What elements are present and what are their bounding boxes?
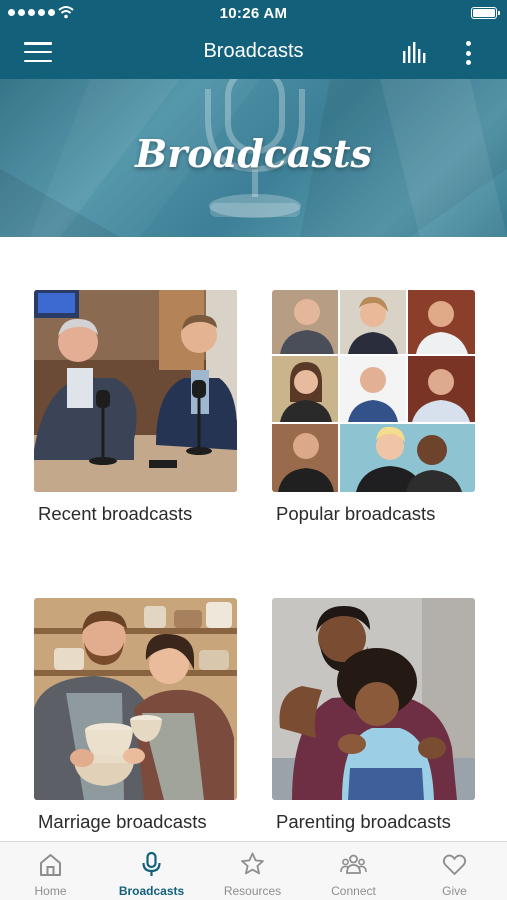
tab-connect[interactable]: Connect <box>303 842 404 900</box>
nav-bar: Broadcasts <box>0 26 507 79</box>
star-icon <box>241 852 264 875</box>
status-time: 10:26 AM <box>219 5 288 22</box>
hero-banner: Broadcasts <box>0 79 507 237</box>
heart-icon <box>442 854 467 875</box>
parenting-broadcasts-image <box>272 598 475 800</box>
hero-title: Broadcasts <box>135 131 372 176</box>
recent-broadcasts-image <box>34 290 237 492</box>
tab-home[interactable]: Home <box>0 842 101 900</box>
tab-give-label: Give <box>442 884 467 898</box>
popular-broadcasts-label: Popular broadcasts <box>276 503 436 524</box>
recent-broadcasts-label: Recent broadcasts <box>38 503 193 524</box>
people-icon <box>340 854 367 874</box>
more-options-icon[interactable] <box>459 39 477 67</box>
status-bar: 10:26 AM <box>0 0 507 26</box>
tab-connect-label: Connect <box>331 884 376 898</box>
bottom-tab-bar: Home Broadcasts Resources Connect Give <box>0 841 507 900</box>
top-bar: 10:26 AM Broadcasts <box>0 0 507 79</box>
tab-resources-label: Resources <box>223 884 282 898</box>
marriage-broadcasts-label: Marriage broadcasts <box>38 811 207 832</box>
microphone-icon <box>142 851 161 876</box>
tab-resources[interactable]: Resources <box>202 842 303 900</box>
tab-home-label: Home <box>34 884 67 898</box>
popular-broadcasts-image <box>272 290 475 492</box>
marriage-broadcasts-image <box>34 598 237 800</box>
battery-icon <box>471 7 500 19</box>
tab-broadcasts[interactable]: Broadcasts <box>101 842 202 900</box>
audio-bars-icon[interactable] <box>401 41 431 65</box>
tab-give[interactable]: Give <box>404 842 505 900</box>
parenting-broadcasts-label: Parenting broadcasts <box>276 811 451 832</box>
tab-broadcasts-label: Broadcasts <box>118 884 185 898</box>
home-icon <box>40 854 61 876</box>
